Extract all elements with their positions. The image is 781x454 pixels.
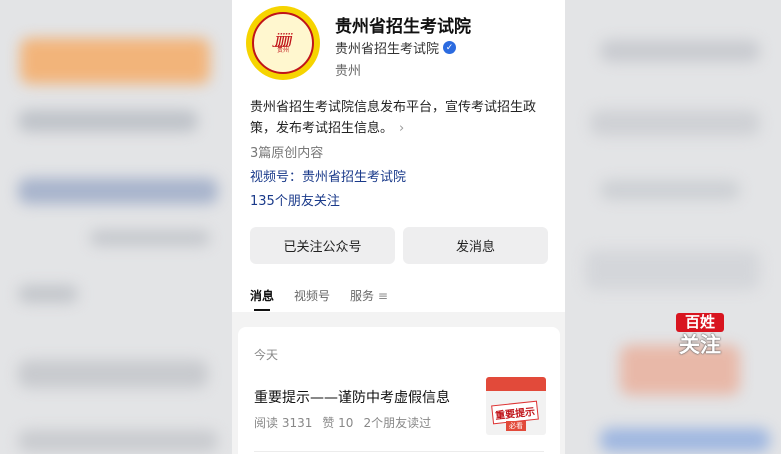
bg-blob [18, 178, 218, 204]
article-title[interactable]: 重要提示——谨防中考虚假信息 [254, 387, 450, 407]
read-count: 阅读 3131 [254, 416, 313, 430]
watermark-top: 百姓 [676, 313, 724, 332]
tab-bar: 消息 视频号 服务 ≡ [250, 287, 388, 311]
verification-label: 贵州省招生考试院 [335, 42, 440, 57]
friends-following[interactable]: 135个朋友关注 [250, 190, 340, 209]
bg-blob [600, 428, 770, 452]
account-description[interactable]: 贵州省招生考试院信息发布平台，宣传考试招生政策，发布考试招生信息。 › [250, 97, 555, 139]
tab-services[interactable]: 服务 ≡ [350, 287, 388, 304]
tab-more-icon: ≡ [377, 289, 388, 303]
bg-blob [600, 180, 740, 200]
account-name: 贵州省招生考试院 [335, 17, 471, 37]
bg-blob [90, 230, 210, 246]
channel-link[interactable]: 视频号：贵州省招生考试院 [250, 166, 406, 185]
chevron-right-icon: › [399, 121, 405, 136]
bg-blob [18, 285, 78, 303]
bg-blob [20, 38, 210, 84]
watermark-logo: 百姓 关注 [676, 313, 724, 358]
like-count: 赞 10 [322, 416, 354, 430]
article-thumbnail[interactable]: 重要提示 必看 [486, 377, 546, 435]
bg-blob [590, 110, 760, 136]
bg-blob [18, 110, 198, 132]
phone-screen: jjjjjj 贵州 贵州省招生考试院 贵州省招生考试院 ✓ 贵州 贵州省招生考试… [232, 0, 565, 454]
followed-button[interactable]: 已关注公众号 [250, 227, 395, 264]
account-region: 贵州 [335, 64, 362, 79]
tab-services-label: 服务 [350, 289, 375, 303]
tab-channel[interactable]: 视频号 [294, 287, 330, 304]
watermark-bottom: 关注 [679, 333, 721, 357]
logo-emblem: jjjjjj 贵州 [252, 12, 314, 74]
divider [254, 451, 544, 452]
message-card: 今天 重要提示——谨防中考虚假信息 阅读 3131 赞 10 2个朋友读过 重要… [238, 327, 560, 454]
account-profile: jjjjjj 贵州 贵州省招生考试院 贵州省招生考试院 ✓ 贵州 贵州省招生考试… [232, 0, 565, 312]
thumbnail-banner [486, 377, 546, 391]
logo-text: 贵州 [276, 47, 289, 54]
original-count[interactable]: 3篇原创内容 [250, 142, 323, 161]
send-message-button[interactable]: 发消息 [403, 227, 548, 264]
description-text: 贵州省招生考试院信息发布平台，宣传考试招生政策，发布考试招生信息。 [250, 100, 537, 136]
article-stats: 阅读 3131 赞 10 2个朋友读过 [254, 414, 431, 431]
bg-blob [18, 430, 218, 452]
logo-mark: jjjjjj [275, 30, 293, 48]
verified-check-icon: ✓ [443, 41, 457, 54]
tab-messages[interactable]: 消息 [250, 287, 274, 311]
verification-row[interactable]: 贵州省招生考试院 ✓ [335, 38, 457, 57]
bg-blob [585, 250, 760, 290]
bg-blob [600, 40, 760, 62]
friends-read: 2个朋友读过 [363, 416, 432, 430]
message-date: 今天 [254, 348, 279, 362]
bg-blob [18, 360, 208, 388]
thumbnail-tag: 必看 [506, 421, 526, 431]
account-avatar[interactable]: jjjjjj 贵州 [246, 6, 320, 80]
